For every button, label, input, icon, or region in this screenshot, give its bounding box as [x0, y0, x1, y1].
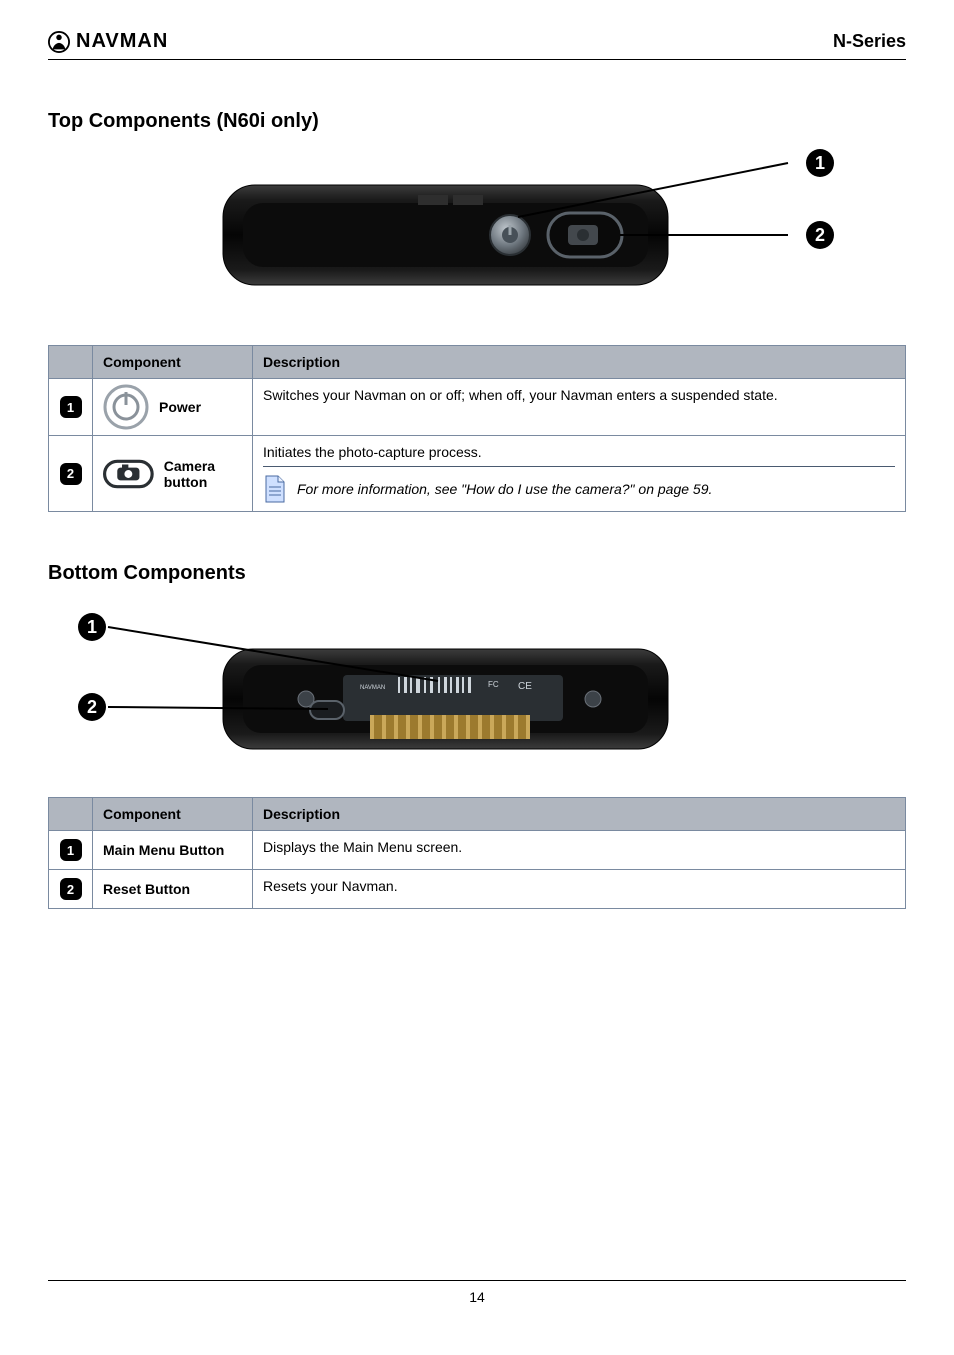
note-text: For more information, see "How do I use …	[297, 481, 712, 497]
header-divider	[48, 59, 906, 60]
svg-text:1: 1	[815, 153, 825, 173]
row-number-badge: 1	[60, 396, 82, 418]
page-number: 14	[48, 1289, 906, 1305]
camera-icon	[103, 454, 154, 494]
document-icon	[263, 475, 287, 503]
svg-text:1: 1	[87, 617, 97, 637]
table-top-components: Component Description 1 Power	[48, 345, 906, 512]
brand: NAVMAN	[48, 30, 168, 53]
figure-top-components: 1 2	[48, 145, 906, 325]
th-description: Description	[253, 346, 906, 379]
component-name: Power	[159, 399, 201, 415]
row-number-badge: 1	[60, 839, 82, 861]
component-description: Displays the Main Menu screen.	[253, 831, 906, 870]
component-name: Main Menu Button	[93, 831, 253, 870]
page-footer: 14	[48, 1280, 906, 1305]
row-number-badge: 2	[60, 878, 82, 900]
th-description: Description	[253, 798, 906, 831]
footer-divider	[48, 1280, 906, 1281]
brand-logo-icon	[48, 31, 70, 53]
th-num	[49, 798, 93, 831]
page-header: NAVMAN N-Series	[48, 30, 906, 53]
product-series: N-Series	[833, 31, 906, 52]
th-component: Component	[93, 346, 253, 379]
table-row: 2 Reset Button Resets your Navman.	[49, 870, 906, 909]
document-page: NAVMAN N-Series Top Components (N60i onl…	[0, 0, 954, 1355]
table-row: 1 Main Menu Button Displays the Main Men…	[49, 831, 906, 870]
section-title-bottom: Bottom Components	[48, 562, 906, 585]
svg-text:2: 2	[815, 225, 825, 245]
component-description: Resets your Navman.	[253, 870, 906, 909]
svg-text:CE: CE	[518, 681, 532, 692]
component-description: Switches your Navman on or off; when off…	[253, 379, 906, 436]
brand-name: NAVMAN	[76, 30, 168, 53]
table-bottom-components: Component Description 1 Main Menu Button…	[48, 797, 906, 909]
th-component: Component	[93, 798, 253, 831]
section-title-top: Top Components (N60i only)	[48, 110, 906, 133]
component-name: Reset Button	[93, 870, 253, 909]
table-row: 2 Camera button Initiates the phot	[49, 436, 906, 512]
note-row: For more information, see "How do I use …	[263, 466, 895, 503]
figure-bottom-components: NAVMAN FC CE	[48, 597, 906, 777]
th-num	[49, 346, 93, 379]
svg-text:NAVMAN: NAVMAN	[360, 685, 385, 691]
power-icon	[103, 384, 149, 430]
component-name: Camera button	[164, 458, 242, 490]
row-number-badge: 2	[60, 463, 82, 485]
table-row: 1 Power Switches your Navman on or off; …	[49, 379, 906, 436]
svg-text:FC: FC	[488, 680, 499, 689]
svg-text:2: 2	[87, 697, 97, 717]
component-description: Initiates the photo-capture process.	[263, 444, 895, 460]
